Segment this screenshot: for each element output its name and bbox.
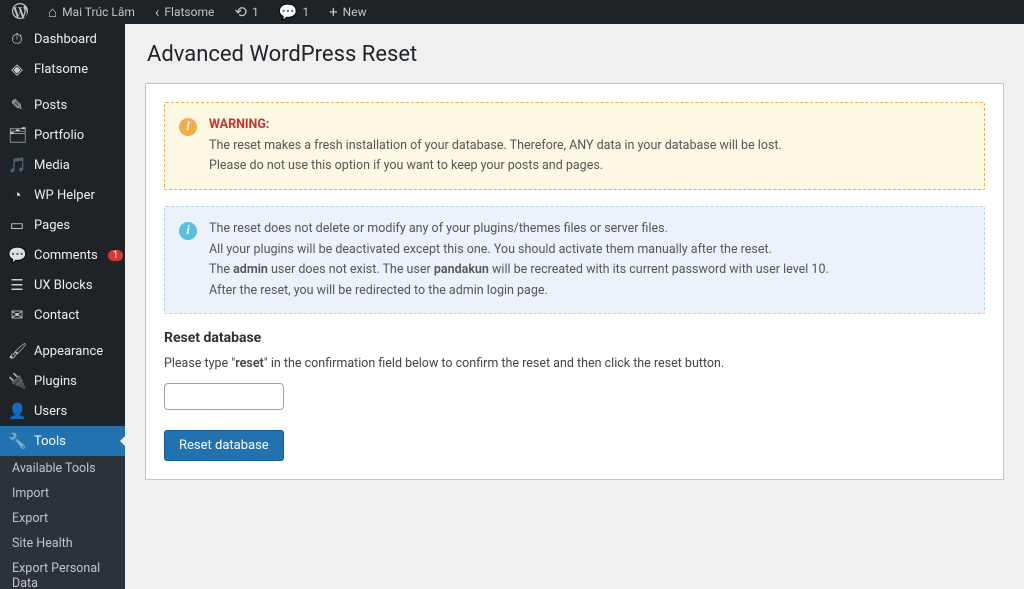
sidebar-item-posts[interactable]: ✎ Posts (0, 90, 125, 120)
comments-count: 1 (302, 5, 309, 19)
new-content-menu[interactable]: + New (321, 0, 374, 24)
comments-icon: 💬 (8, 246, 26, 264)
sidebar-item-label: Flatsome (34, 62, 88, 77)
sidebar-item-tools[interactable]: 🔧 Tools (0, 426, 125, 456)
site-name-menu[interactable]: ⌂ Mai Trúc Lâm (40, 0, 143, 24)
updates-menu[interactable]: ⟲ 1 (226, 0, 266, 24)
chevron-left-icon: ‹ (155, 5, 160, 20)
sidebar-item-label: Comments (34, 248, 98, 263)
wphelper-icon: ◔ (8, 186, 26, 204)
refresh-icon: ⟲ (234, 5, 247, 20)
info-line: After the reset, you will be redirected … (209, 281, 829, 302)
info-body: The reset does not delete or modify any … (209, 219, 829, 302)
sidebar-item-comments[interactable]: 💬 Comments 1 (0, 240, 125, 270)
plug-icon: 🔌 (8, 372, 26, 390)
sidebar-item-label: UX Blocks (34, 278, 93, 293)
portfolio-icon: 🗂 (8, 126, 26, 144)
submenu-import[interactable]: Import (0, 481, 125, 506)
submenu-site-health[interactable]: Site Health (0, 531, 125, 556)
media-icon: 🎵 (8, 156, 26, 174)
sidebar-item-label: Tools (34, 434, 66, 449)
pages-icon: ▭ (8, 216, 26, 234)
plus-icon: + (329, 5, 338, 20)
user-icon: 👤 (8, 402, 26, 420)
reset-database-button[interactable]: Reset database (164, 430, 284, 461)
comment-icon: 💬 (279, 5, 298, 20)
flatsome-menu-text: Flatsome (164, 5, 214, 19)
reset-heading: Reset database (164, 330, 985, 346)
tools-submenu: Available Tools Import Export Site Healt… (0, 456, 125, 589)
admin-bar: ⌂ Mai Trúc Lâm ‹ Flatsome ⟲ 1 💬 1 + New (0, 0, 1024, 24)
sidebar-item-label: Posts (34, 98, 67, 113)
flatsome-icon: ◈ (8, 60, 26, 78)
sidebar-item-media[interactable]: 🎵 Media (0, 150, 125, 180)
info-notice: i The reset does not delete or modify an… (164, 206, 985, 315)
reset-panel: ! WARNING: The reset makes a fresh insta… (145, 83, 1004, 480)
sidebar-item-plugins[interactable]: 🔌 Plugins (0, 366, 125, 396)
new-content-text: New (343, 5, 367, 19)
site-name-text: Mai Trúc Lâm (62, 5, 135, 19)
wrench-icon: 🔧 (8, 432, 26, 450)
sidebar-item-contact[interactable]: ✉ Contact (0, 300, 125, 330)
brush-icon: 🖌 (8, 342, 26, 360)
warning-line: Please do not use this option if you wan… (209, 156, 782, 177)
confirmation-word: reset (235, 356, 263, 371)
reset-help-text: Please type "reset" in the confirmation … (164, 356, 985, 371)
envelope-icon: ✉ (8, 306, 26, 324)
recreated-user-name: pandakun (434, 262, 489, 277)
submenu-export-personal-data[interactable]: Export Personal Data (0, 556, 125, 589)
warning-notice: ! WARNING: The reset makes a fresh insta… (164, 102, 985, 190)
info-line: The admin user does not exist. The user … (209, 260, 829, 281)
sidebar-item-label: WP Helper (34, 188, 95, 203)
dashboard-icon: ⏱ (8, 30, 26, 48)
sidebar-item-uxblocks[interactable]: ☰ UX Blocks (0, 270, 125, 300)
warning-title: WARNING: (209, 117, 269, 132)
sidebar-item-wphelper[interactable]: ◔ WP Helper (0, 180, 125, 210)
reset-confirm-input[interactable] (164, 383, 284, 410)
info-line: All your plugins will be deactivated exc… (209, 240, 829, 261)
blocks-icon: ☰ (8, 276, 26, 294)
admin-user-name: admin (233, 262, 268, 277)
home-icon: ⌂ (48, 5, 57, 20)
updates-count: 1 (252, 5, 259, 19)
pin-icon: ✎ (8, 96, 26, 114)
warning-line: The reset makes a fresh installation of … (209, 136, 782, 157)
page-title: Advanced WordPress Reset (147, 42, 1004, 67)
warning-icon: ! (179, 118, 197, 136)
sidebar-item-label: Users (34, 404, 67, 419)
flatsome-menu[interactable]: ‹ Flatsome (147, 0, 222, 24)
sidebar-item-dashboard[interactable]: ⏱ Dashboard (0, 24, 125, 54)
sidebar-item-users[interactable]: 👤 Users (0, 396, 125, 426)
sidebar-item-label: Pages (34, 218, 70, 233)
submenu-export[interactable]: Export (0, 506, 125, 531)
wordpress-icon (12, 3, 28, 22)
submenu-available-tools[interactable]: Available Tools (0, 456, 125, 481)
sidebar-item-label: Dashboard (34, 32, 97, 47)
sidebar-item-pages[interactable]: ▭ Pages (0, 210, 125, 240)
warning-body: WARNING: The reset makes a fresh install… (209, 115, 782, 177)
info-line: The reset does not delete or modify any … (209, 219, 829, 240)
sidebar-item-label: Contact (34, 308, 79, 323)
sidebar-item-label: Plugins (34, 374, 77, 389)
admin-sidebar: ⏱ Dashboard ◈ Flatsome ✎ Posts 🗂 Portfolio 🎵… (0, 24, 125, 589)
comments-menu[interactable]: 💬 1 (271, 0, 317, 24)
sidebar-item-portfolio[interactable]: 🗂 Portfolio (0, 120, 125, 150)
sidebar-item-flatsome[interactable]: ◈ Flatsome (0, 54, 125, 84)
sidebar-item-label: Portfolio (34, 128, 84, 143)
main-content: Advanced WordPress Reset ! WARNING: The … (125, 24, 1024, 589)
info-icon: i (179, 222, 197, 240)
sidebar-item-label: Appearance (34, 344, 103, 359)
sidebar-item-appearance[interactable]: 🖌 Appearance (0, 336, 125, 366)
comments-badge: 1 (108, 250, 124, 261)
sidebar-item-label: Media (34, 158, 70, 173)
wp-logo-menu[interactable] (4, 0, 36, 24)
